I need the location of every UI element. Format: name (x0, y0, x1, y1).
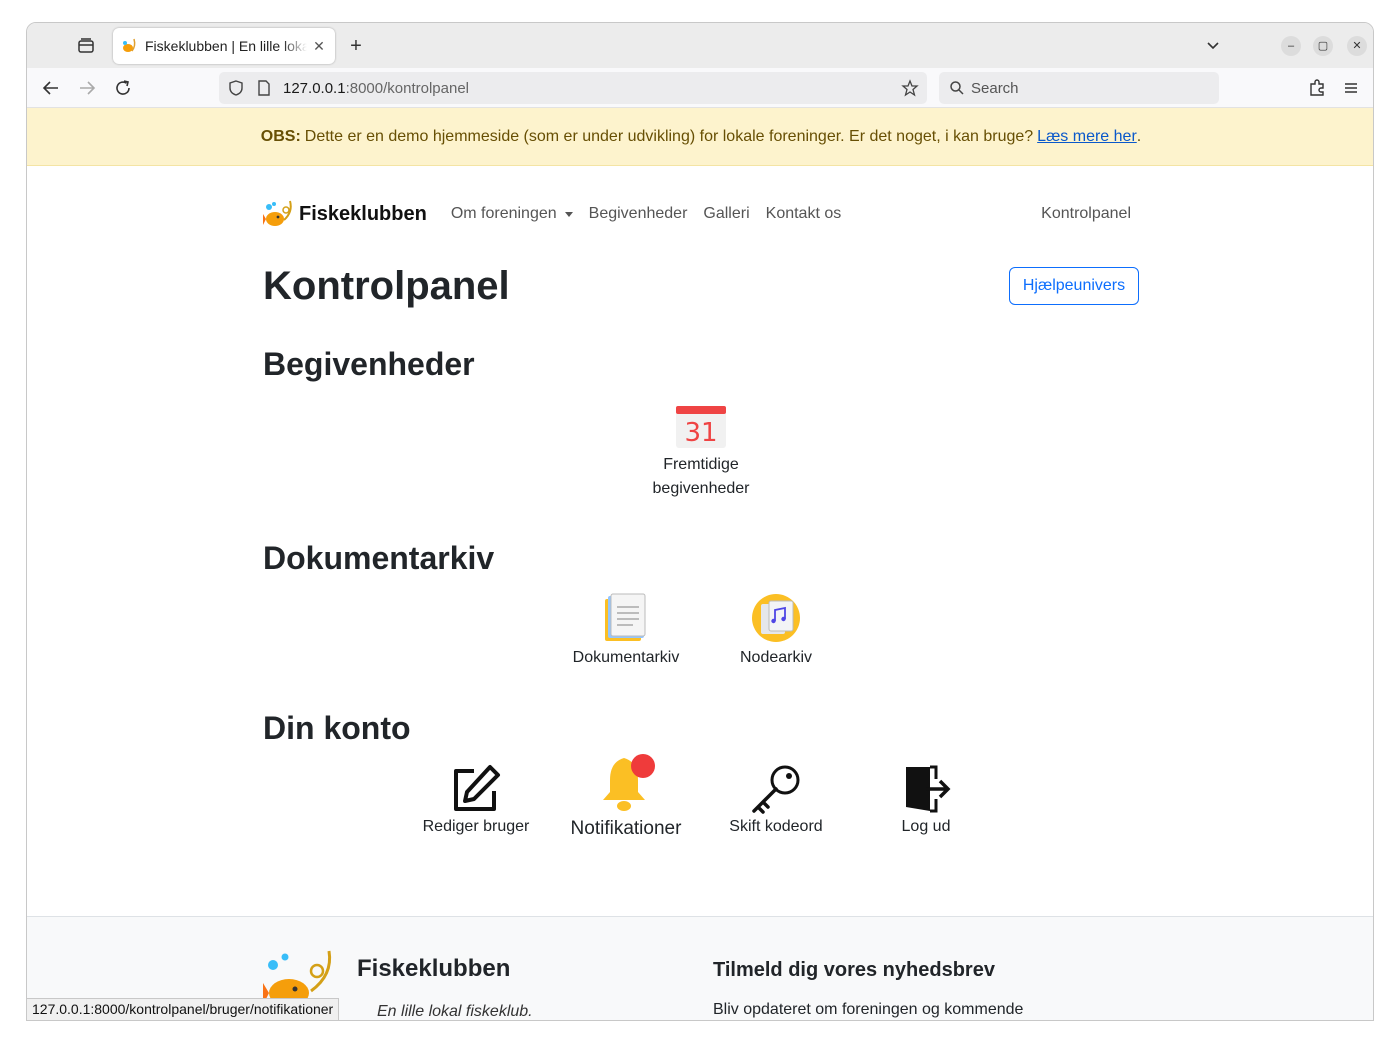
key-icon (752, 765, 800, 814)
tile-edit-user-label: Rediger bruger (422, 818, 530, 835)
search-placeholder: Search (971, 79, 1019, 97)
calendar-icon: 31 (676, 406, 726, 448)
tile-edit-user[interactable]: Rediger bruger (401, 763, 551, 839)
nav-begivenheder[interactable]: Begivenheder (589, 205, 688, 223)
brand-name: Fiskeklubben (299, 202, 427, 225)
nav-kontakt-os[interactable]: Kontakt os (766, 205, 842, 223)
maximize-icon[interactable]: ▢ (1313, 36, 1333, 56)
notification-dot-icon (631, 754, 655, 778)
tile-notifications[interactable]: Notifikationer (551, 752, 701, 841)
tile-document-archive-label: Dokumentarkiv (572, 649, 680, 666)
alert-text: Dette er en demo hjemmeside (som er unde… (304, 127, 1034, 145)
archive-heading: Dokumentarkiv (263, 540, 495, 576)
browser-tab-active[interactable]: Fiskeklubben | En lille lokal fiskeklub … (113, 28, 335, 64)
footer-brand-name: Fiskeklubben (357, 955, 511, 982)
back-icon[interactable] (39, 76, 63, 100)
tab-title: Fiskeklubben | En lille lokal fiskeklub (145, 38, 307, 54)
tile-change-password-label: Skift kodeord (729, 818, 823, 835)
tile-notifications-label: Notifikationer (570, 818, 682, 839)
new-tab-icon[interactable]: + (345, 35, 367, 57)
dropdown-caret-icon (564, 211, 573, 217)
calendar-day-number: 31 (684, 418, 717, 448)
tab-close-icon[interactable]: ✕ (311, 38, 327, 54)
tile-document-archive[interactable]: Dokumentarkiv (551, 593, 701, 670)
site-navbar: Fiskeklubben Om foreningen Begivenheder … (263, 200, 1139, 228)
document-icon (605, 593, 646, 641)
forward-icon[interactable] (75, 76, 99, 100)
minimize-icon[interactable]: – (1281, 36, 1301, 56)
account-heading: Din konto (263, 710, 411, 746)
footer-tagline: En lille lokal fiskeklub. (377, 1003, 533, 1020)
bookmark-star-icon[interactable] (901, 79, 919, 97)
newsletter-title: Tilmeld dig vores nyhedsbrev (713, 959, 995, 981)
page-viewport: OBS: Dette er en demo hjemmeside (som er… (27, 108, 1373, 1020)
sheet-music-icon (752, 594, 800, 642)
extensions-icon[interactable] (1305, 76, 1329, 100)
shield-icon[interactable] (227, 79, 245, 97)
close-window-icon[interactable]: ✕ (1347, 36, 1367, 56)
nav-om-foreningen[interactable]: Om foreningen (451, 205, 573, 223)
fish-logo-icon (263, 200, 292, 226)
browser-window: Fiskeklubben | En lille lokal fiskeklub … (26, 22, 1374, 1021)
tile-change-password[interactable]: Skift kodeord (701, 763, 851, 839)
search-icon (950, 81, 964, 95)
page-title: Kontrolpanel (263, 264, 510, 308)
nav-kontrolpanel[interactable]: Kontrolpanel (1041, 205, 1131, 223)
logout-icon (906, 765, 951, 813)
read-more-link[interactable]: Læs mere her (1037, 128, 1137, 146)
fish-favicon-icon (123, 38, 136, 52)
tile-future-events-line1: Fremtidige (663, 456, 739, 473)
newsletter-text: Bliv opdateret om foreningen og kommende (713, 1001, 1024, 1018)
page-icon[interactable] (255, 79, 273, 97)
menu-icon[interactable] (1339, 76, 1363, 100)
tile-log-out[interactable]: Log ud (851, 763, 1001, 839)
tile-sheet-music-archive[interactable]: Nodearkiv (701, 593, 851, 670)
bell-icon (603, 754, 655, 811)
tile-future-events-line2: begivenheder (652, 480, 750, 497)
search-bar[interactable]: Search (939, 72, 1219, 104)
alert-end: . (1136, 127, 1142, 145)
events-heading: Begivenheder (263, 346, 475, 382)
alert-label: OBS: (260, 127, 301, 145)
edit-icon (454, 765, 500, 811)
nav-galleri[interactable]: Galleri (703, 205, 749, 223)
tab-list-chevron-icon[interactable] (1203, 35, 1223, 55)
nav-om-foreningen-label: Om foreningen (450, 205, 557, 222)
address-bar[interactable]: 127.0.0.1:8000/kontrolpanel (219, 72, 927, 104)
browser-toolbar: 127.0.0.1:8000/kontrolpanel Search (27, 68, 1373, 108)
tile-sheet-music-label: Nodearkiv (739, 649, 813, 666)
help-universe-button[interactable]: Hjælpeunivers (1009, 267, 1139, 305)
status-bar-url: 127.0.0.1:8000/kontrolpanel/bruger/notif… (27, 998, 340, 1020)
tile-future-events[interactable]: 31 Fremtidige begivenheder (626, 402, 776, 501)
footer-fish-logo-icon (263, 950, 332, 1005)
url-text: 127.0.0.1:8000/kontrolpanel (283, 79, 469, 97)
brand-link[interactable]: Fiskeklubben (263, 198, 427, 230)
tab-strip: Fiskeklubben | En lille lokal fiskeklub … (27, 23, 1373, 68)
tile-log-out-label: Log ud (901, 818, 951, 835)
tab-overview-icon[interactable] (75, 35, 97, 57)
reload-icon[interactable] (111, 76, 135, 100)
demo-alert: OBS: Dette er en demo hjemmeside (som er… (27, 108, 1373, 166)
